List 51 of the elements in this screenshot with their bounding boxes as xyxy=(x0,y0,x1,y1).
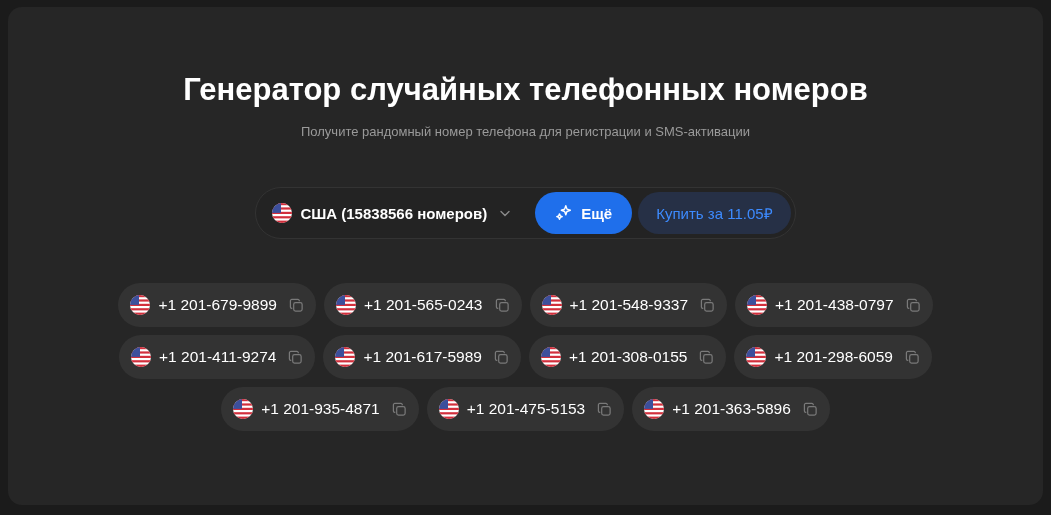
phone-number: +1 201-935-4871 xyxy=(261,400,380,418)
sparkle-icon xyxy=(555,204,574,222)
phone-number: +1 201-548-9337 xyxy=(569,296,688,314)
copy-icon[interactable] xyxy=(905,297,921,313)
phone-number: +1 201-475-5153 xyxy=(466,400,586,418)
copy-icon[interactable] xyxy=(494,297,510,313)
flag-icon xyxy=(336,295,356,315)
phone-number-chip[interactable]: +1 201-679-9899 xyxy=(118,283,316,327)
phone-number: +1 201-411-9274 xyxy=(159,348,277,366)
copy-icon[interactable] xyxy=(700,297,715,313)
more-button[interactable]: Ещё xyxy=(535,192,633,234)
flag-icon xyxy=(233,399,254,419)
page-subtitle: Получите рандомный номер телефона для регистрации и SMS-активации xyxy=(301,124,750,139)
flag-icon xyxy=(131,347,152,367)
phone-number-chip[interactable]: +1 201-548-9337 xyxy=(529,283,727,327)
country-select[interactable]: США (15838566 номеров) xyxy=(272,203,530,223)
flag-icon xyxy=(747,295,767,315)
page-title: Генератор случайных телефонных номеров xyxy=(183,72,868,108)
flag-icon xyxy=(540,347,561,367)
flag-icon xyxy=(746,347,767,367)
copy-icon[interactable] xyxy=(802,401,818,417)
phone-number-chip[interactable]: +1 201-308-0155 xyxy=(528,335,727,379)
flag-icon xyxy=(644,399,665,419)
copy-icon[interactable] xyxy=(289,297,304,313)
phone-number: +1 201-363-5896 xyxy=(672,400,791,418)
phone-number: +1 201-617-5989 xyxy=(363,348,482,366)
phone-number: +1 201-679-9899 xyxy=(158,296,277,314)
copy-icon[interactable] xyxy=(288,349,304,365)
phone-number-chip[interactable]: +1 201-565-0243 xyxy=(324,283,522,327)
flag-icon xyxy=(541,295,562,315)
phone-number: +1 201-308-0155 xyxy=(568,348,688,366)
flag-icon xyxy=(438,399,459,419)
phone-number-chip[interactable]: +1 201-411-9274 xyxy=(119,335,316,379)
copy-icon[interactable] xyxy=(699,349,715,365)
phone-number-chip[interactable]: +1 201-363-5896 xyxy=(632,387,830,431)
flag-icon xyxy=(130,295,151,315)
phone-number: +1 201-438-0797 xyxy=(775,296,894,314)
copy-icon[interactable] xyxy=(597,401,613,417)
copy-icon[interactable] xyxy=(493,349,509,365)
phone-number-chip[interactable]: +1 201-438-0797 xyxy=(735,283,933,327)
phone-number-chip[interactable]: +1 201-935-4871 xyxy=(221,387,419,431)
copy-icon[interactable] xyxy=(391,401,407,417)
phone-number: +1 201-298-6059 xyxy=(774,348,893,366)
phone-number-chip[interactable]: +1 201-298-6059 xyxy=(734,335,932,379)
buy-button[interactable]: Купить за 11.05₽ xyxy=(638,192,791,234)
phone-number-chip[interactable]: +1 201-475-5153 xyxy=(426,387,625,431)
phone-number-chip[interactable]: +1 201-617-5989 xyxy=(323,335,521,379)
flag-icon xyxy=(272,203,293,223)
copy-icon[interactable] xyxy=(904,349,920,365)
phone-number: +1 201-565-0243 xyxy=(364,296,483,314)
flag-icon xyxy=(335,347,356,367)
